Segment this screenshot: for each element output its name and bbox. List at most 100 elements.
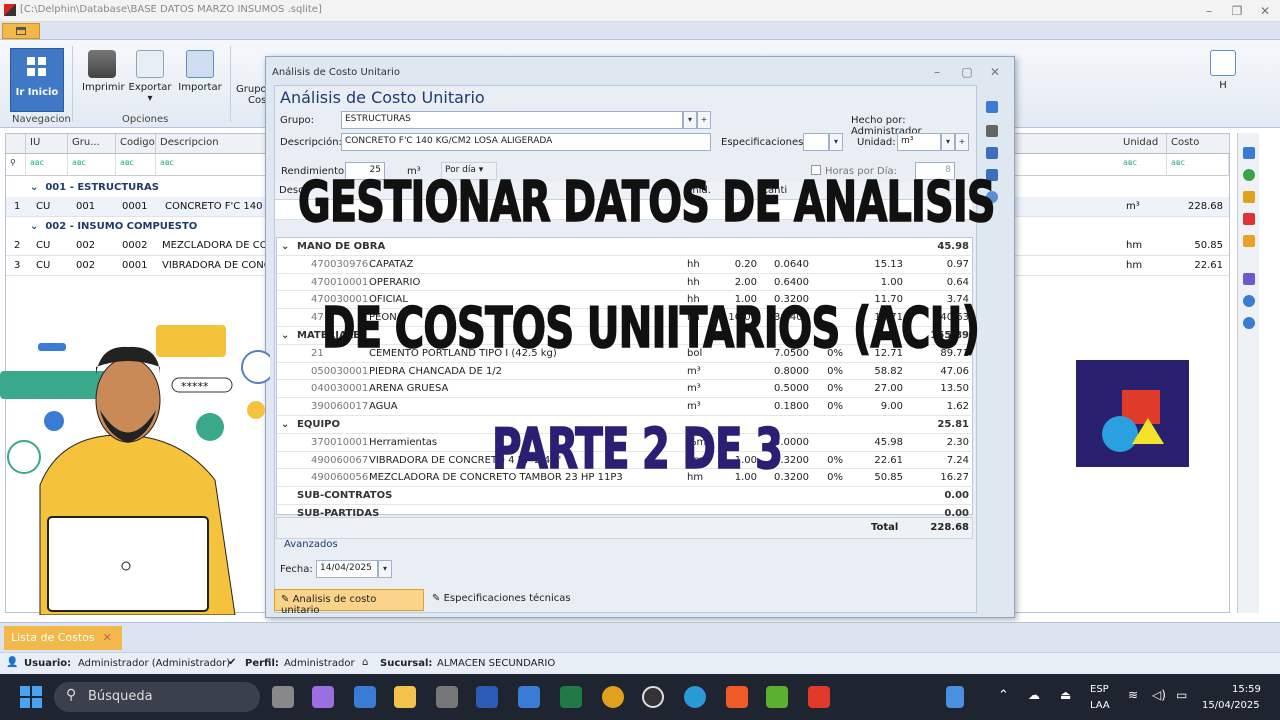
delphin-icon[interactable] [808, 686, 830, 708]
filter-gru[interactable]: aʙc [68, 154, 116, 176]
home-button[interactable]: Ir Inicio [10, 48, 64, 112]
camtasia-icon[interactable] [766, 686, 788, 708]
filter-iu[interactable]: aʙc [26, 154, 68, 176]
export-button[interactable]: Exportar ▾ [128, 50, 172, 104]
header-iu[interactable]: IU [26, 134, 68, 154]
header-gru[interactable]: Gru... [68, 134, 116, 154]
cell-gru[interactable]: 002 [72, 256, 99, 276]
header-descripcion[interactable]: Descripcion [156, 134, 271, 154]
explorer-icon[interactable] [394, 686, 416, 708]
dialog-print-icon[interactable] [986, 125, 998, 137]
media-icon[interactable] [642, 686, 664, 708]
dialog-refresh-icon[interactable] [986, 101, 998, 113]
battery-icon[interactable]: ▭ [1176, 688, 1187, 702]
dialog-close-button[interactable]: ✕ [984, 63, 1006, 81]
h-button[interactable]: H [1206, 50, 1240, 91]
close-tab-icon[interactable]: ✕ [103, 631, 112, 644]
item-row[interactable]: 390060017 AGUA m³ 0.1800 0% 9.00 1.62 [277, 398, 974, 416]
group-button[interactable]: Grupo Cos [236, 84, 267, 106]
wifi-icon[interactable]: ≋ [1128, 688, 1138, 702]
filter-costo[interactable]: aʙc [1167, 154, 1229, 176]
filter-unidad[interactable]: aʙc [1119, 154, 1167, 176]
word-icon[interactable] [476, 686, 498, 708]
group-row[interactable]: ⌄ 001 - ESTRUCTURAS [26, 178, 271, 198]
header-codigo[interactable]: Codigo [116, 134, 156, 154]
tab-especificaciones[interactable]: ✎ Especificaciones técnicas [430, 589, 600, 611]
chevron-up-icon[interactable]: ⌃ [998, 688, 1009, 703]
chrome-icon[interactable] [602, 686, 624, 708]
edit-icon[interactable] [1243, 191, 1255, 203]
teams-icon[interactable] [518, 686, 540, 708]
fecha-input[interactable]: 14/04/2025 [316, 560, 378, 578]
cell-iu[interactable]: CU [32, 256, 54, 276]
item-row[interactable]: 470010001 OPERARIO hh 2.00 0.6400 1.00 0.64 [277, 274, 974, 292]
start-icon[interactable] [20, 686, 42, 708]
grupo-add-button[interactable]: + [697, 111, 711, 129]
item-row[interactable]: 050030001 PIEDRA CHANCADA DE 1/2 m³ 0.8000 0… [277, 363, 974, 381]
cell-unidad[interactable]: hm [1122, 236, 1146, 256]
cell-unidad[interactable]: m³ [1122, 197, 1144, 217]
filter-codigo[interactable]: aʙc [116, 154, 156, 176]
tab-lista-costos[interactable]: Lista de Costos ✕ [4, 626, 122, 650]
tab-analisis[interactable]: ✎ Analisis de costo unitario [274, 589, 424, 616]
restore-button[interactable]: ❐ [1226, 2, 1248, 20]
app-menu-button[interactable] [2, 23, 40, 39]
cell-codigo[interactable]: 0002 [118, 236, 151, 256]
grupo-dropdown-button[interactable]: ▾ [683, 111, 697, 129]
item-row[interactable]: 470030976 CAPATAZ hh 0.20 0.0640 15.13 0.97 [277, 256, 974, 274]
cell-descripcion[interactable]: MEZCLADORA DE CONC [158, 236, 271, 256]
add-icon[interactable] [1243, 169, 1255, 181]
section-row[interactable]: ⌄ MANO DE OBRA 45.98 [277, 238, 974, 256]
cell-costo[interactable]: 50.85 [1167, 236, 1227, 256]
store-icon[interactable] [354, 686, 376, 708]
grupo-select[interactable]: ESTRUCTURAS [341, 111, 683, 129]
subcontratos-row[interactable]: SUB-CONTRATOS 0.00 [277, 487, 974, 505]
cell-costo[interactable]: 228.68 [1167, 197, 1227, 217]
especificaciones-input[interactable] [803, 133, 829, 151]
close-button[interactable]: ✕ [1254, 2, 1276, 20]
delete-icon[interactable] [1243, 213, 1255, 225]
usb-icon[interactable]: ⏏ [1060, 688, 1071, 702]
cell-descripcion[interactable]: VIBRADORA DE CONCR [158, 256, 271, 276]
edge-icon[interactable] [684, 686, 706, 708]
dialog-minimize-button[interactable]: – [926, 63, 948, 81]
brave-icon[interactable] [726, 686, 748, 708]
check-icon[interactable] [1243, 273, 1255, 285]
refresh-icon[interactable] [1243, 147, 1255, 159]
avanzados-header[interactable]: Avanzados [284, 539, 338, 550]
cell-iu[interactable]: CU [32, 197, 54, 217]
cell-descripcion[interactable]: CONCRETO F'C 140 KG [161, 197, 271, 217]
cell-gru[interactable]: 001 [72, 197, 99, 217]
group-row[interactable]: ⌄ 002 - INSUMO COMPUESTO [26, 217, 271, 237]
cell-codigo[interactable]: 0001 [118, 256, 151, 276]
task-view-icon[interactable] [272, 686, 294, 708]
calculator-icon[interactable] [436, 686, 458, 708]
cell-iu[interactable]: CU [32, 236, 54, 256]
copy-icon[interactable] [1243, 235, 1255, 247]
clock-date[interactable]: 15/04/2025 [1202, 700, 1260, 711]
print-button[interactable]: Imprimir [82, 50, 125, 93]
dialog-maximize-button[interactable]: ▢ [956, 63, 978, 81]
taskbar-search[interactable]: ⚲ Búsqueda [54, 682, 260, 712]
unidad-dropdown[interactable]: ▾ [941, 133, 955, 151]
cell-codigo[interactable]: 0001 [118, 197, 151, 217]
dialog-save-icon[interactable] [986, 147, 998, 159]
header-costo[interactable]: Costo [1167, 134, 1229, 154]
zoom-icon[interactable] [1243, 317, 1255, 329]
filter-descripcion[interactable]: aʙc [156, 154, 271, 176]
descripcion-input[interactable]: CONCRETO F'C 140 KG/CM2 LOSA ALIGERADA [341, 133, 711, 151]
item-row[interactable]: 040030001 ARENA GRUESA m³ 0.5000 0% 27.00 13.5… [277, 380, 974, 399]
header-unidad[interactable]: Unidad [1119, 134, 1167, 154]
unidad-select[interactable]: m³ [897, 133, 941, 151]
weather-icon[interactable]: ☁ [1028, 688, 1040, 702]
fecha-dropdown[interactable]: ▾ [378, 560, 392, 578]
lang-1[interactable]: ESP [1090, 684, 1109, 695]
volume-icon[interactable]: ◁) [1152, 688, 1166, 702]
unidad-add-button[interactable]: + [955, 133, 969, 151]
import-button[interactable]: Importar [178, 50, 222, 93]
cell-unidad[interactable]: hm [1122, 256, 1146, 276]
copilot-icon[interactable] [312, 686, 334, 708]
search-icon[interactable] [1243, 295, 1255, 307]
file-icon[interactable] [946, 686, 964, 708]
cell-gru[interactable]: 002 [72, 236, 99, 256]
